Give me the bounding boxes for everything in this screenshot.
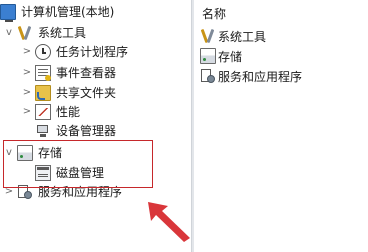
list-item-storage[interactable]: 存储 bbox=[200, 46, 242, 66]
tree-item-label: 共享文件夹 bbox=[56, 86, 117, 100]
storage-icon bbox=[200, 48, 216, 64]
expand-chevron-icon[interactable]: v bbox=[4, 23, 14, 43]
tree-item-task-scheduler[interactable]: > 任务计划程序 bbox=[22, 42, 128, 62]
device-manager-icon bbox=[35, 123, 51, 139]
tree-item-device-manager[interactable]: 设备管理器 bbox=[35, 121, 116, 141]
tools-icon bbox=[17, 25, 33, 41]
list-item-label: 系统工具 bbox=[218, 29, 267, 44]
tree-item-label: 系统工具 bbox=[38, 26, 87, 40]
list-item-label: 服务和应用程序 bbox=[218, 69, 303, 84]
tree-item-computer-management[interactable]: 计算机管理(本地) bbox=[0, 2, 114, 22]
list-item-system-tools[interactable]: 系统工具 bbox=[200, 26, 266, 46]
clock-icon bbox=[35, 44, 51, 60]
collapse-chevron-icon[interactable]: > bbox=[22, 102, 32, 122]
annotation-highlight-box bbox=[3, 140, 153, 188]
performance-icon bbox=[35, 104, 51, 120]
computer-management-icon bbox=[0, 4, 16, 22]
event-viewer-icon bbox=[35, 65, 51, 81]
tree-item-shared-folders[interactable]: > 共享文件夹 bbox=[22, 83, 116, 103]
collapse-chevron-icon[interactable]: > bbox=[22, 63, 32, 83]
tree-item-label: 计算机管理(本地) bbox=[21, 5, 115, 19]
tree-item-event-viewer[interactable]: > 事件查看器 bbox=[22, 63, 116, 83]
tree-item-label: 设备管理器 bbox=[56, 124, 117, 138]
column-header-name[interactable]: 名称 bbox=[202, 6, 226, 22]
collapse-chevron-icon[interactable]: > bbox=[22, 83, 32, 103]
tools-icon bbox=[200, 28, 216, 44]
navigation-tree: 计算机管理(本地) v 系统工具 > 任务计划程序 > 事件查看器 > 共享文件… bbox=[0, 0, 191, 252]
details-pane: 名称 系统工具 存储 服务和应用程序 bbox=[194, 0, 368, 252]
services-icon bbox=[200, 68, 216, 84]
tree-item-label: 性能 bbox=[56, 105, 81, 119]
list-item-label: 存储 bbox=[218, 49, 243, 64]
collapse-chevron-icon[interactable]: > bbox=[22, 42, 32, 62]
tree-item-label: 任务计划程序 bbox=[56, 45, 129, 59]
list-item-services-apps[interactable]: 服务和应用程序 bbox=[200, 66, 302, 86]
tree-item-label: 事件查看器 bbox=[56, 66, 117, 80]
tree-item-performance[interactable]: > 性能 bbox=[22, 102, 80, 122]
tree-item-system-tools[interactable]: v 系统工具 bbox=[4, 23, 86, 43]
shared-folder-icon bbox=[35, 85, 51, 101]
